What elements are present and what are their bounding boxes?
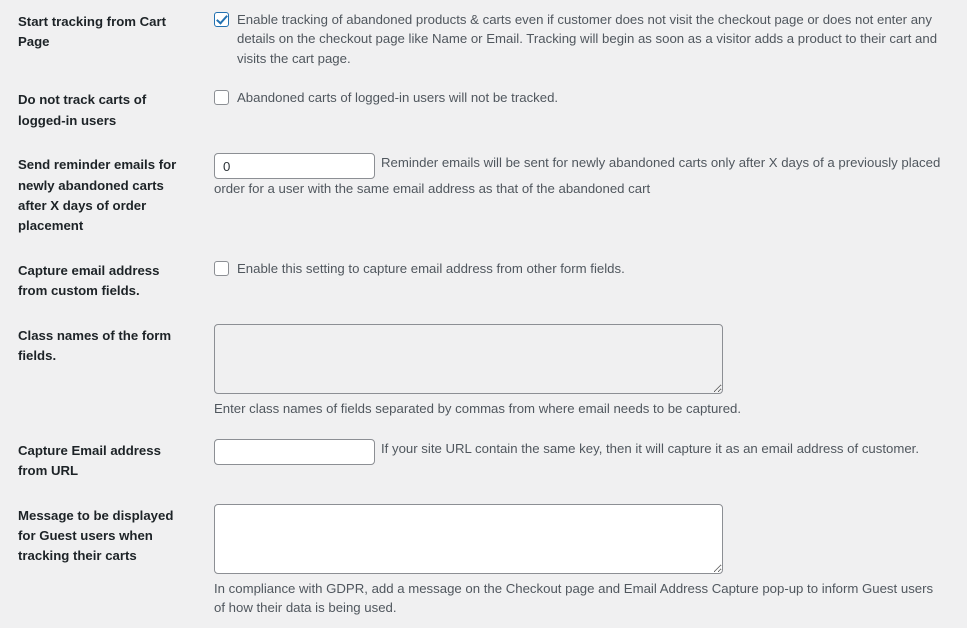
do-not-track-description: Abandoned carts of logged-in users will … — [237, 90, 559, 106]
setting-row-do-not-track-logged-in: Do not track carts of logged-in users Ab… — [0, 78, 967, 143]
setting-label: Do not track carts of logged-in users — [18, 92, 147, 128]
setting-field: Enter class names of fields separated by… — [200, 314, 967, 429]
setting-label: Class names of the form fields. — [18, 327, 172, 364]
reminder-days-control-group: Reminder emails will be sent for newly a… — [214, 153, 947, 199]
class-names-description: Enter class names of fields separated by… — [214, 400, 742, 416]
capture-custom-fields-checkbox-row[interactable]: Enable this setting to capture email add… — [214, 259, 947, 278]
guest-message-description: In compliance with GDPR, add a message o… — [214, 580, 934, 616]
do-not-track-checkbox[interactable] — [214, 90, 229, 106]
setting-row-reminder-days: Send reminder emails for newly abandoned… — [0, 143, 967, 249]
setting-field: Enable tracking of abandoned products & … — [200, 0, 967, 78]
capture-email-url-description: If your site URL contain the same key, t… — [381, 440, 920, 456]
capture-email-url-control-group: If your site URL contain the same key, t… — [214, 438, 947, 465]
setting-row-capture-custom-fields: Capture email address from custom fields… — [0, 249, 967, 314]
start-tracking-checkbox[interactable] — [214, 12, 229, 27]
capture-email-url-input[interactable] — [214, 438, 375, 465]
guest-message-textarea[interactable] — [214, 503, 723, 574]
class-names-textarea[interactable] — [214, 323, 723, 394]
setting-label: Message to be displayed for Guest users … — [18, 507, 174, 564]
start-tracking-description: Enable tracking of abandoned products & … — [237, 12, 938, 66]
setting-row-start-tracking-cart-page: Start tracking from Cart Page Enable tra… — [0, 0, 967, 78]
setting-label: Start tracking from Cart Page — [18, 14, 167, 50]
setting-field: Abandoned carts of logged-in users will … — [200, 78, 967, 143]
setting-label: Capture Email address from URL — [18, 442, 161, 479]
setting-row-capture-email-from-url: Capture Email address from URL If your s… — [0, 429, 967, 494]
setting-label: Capture email address from custom fields… — [18, 262, 160, 299]
reminder-days-input[interactable] — [214, 153, 375, 180]
setting-label: Send reminder emails for newly abandoned… — [18, 157, 177, 234]
setting-field: If your site URL contain the same key, t… — [200, 429, 967, 494]
setting-field: Enable this setting to capture email add… — [200, 249, 967, 314]
capture-custom-fields-description: Enable this setting to capture email add… — [237, 260, 625, 276]
settings-table: Start tracking from Cart Page Enable tra… — [0, 0, 967, 628]
setting-row-class-names: Class names of the form fields. Enter cl… — [0, 314, 967, 429]
setting-row-guest-message: Message to be displayed for Guest users … — [0, 494, 967, 628]
setting-field: Reminder emails will be sent for newly a… — [200, 143, 967, 249]
do-not-track-checkbox-row[interactable]: Abandoned carts of logged-in users will … — [214, 88, 947, 107]
setting-field: In compliance with GDPR, add a message o… — [200, 494, 967, 628]
start-tracking-checkbox-row[interactable]: Enable tracking of abandoned products & … — [214, 10, 947, 68]
capture-custom-fields-checkbox[interactable] — [214, 260, 229, 276]
